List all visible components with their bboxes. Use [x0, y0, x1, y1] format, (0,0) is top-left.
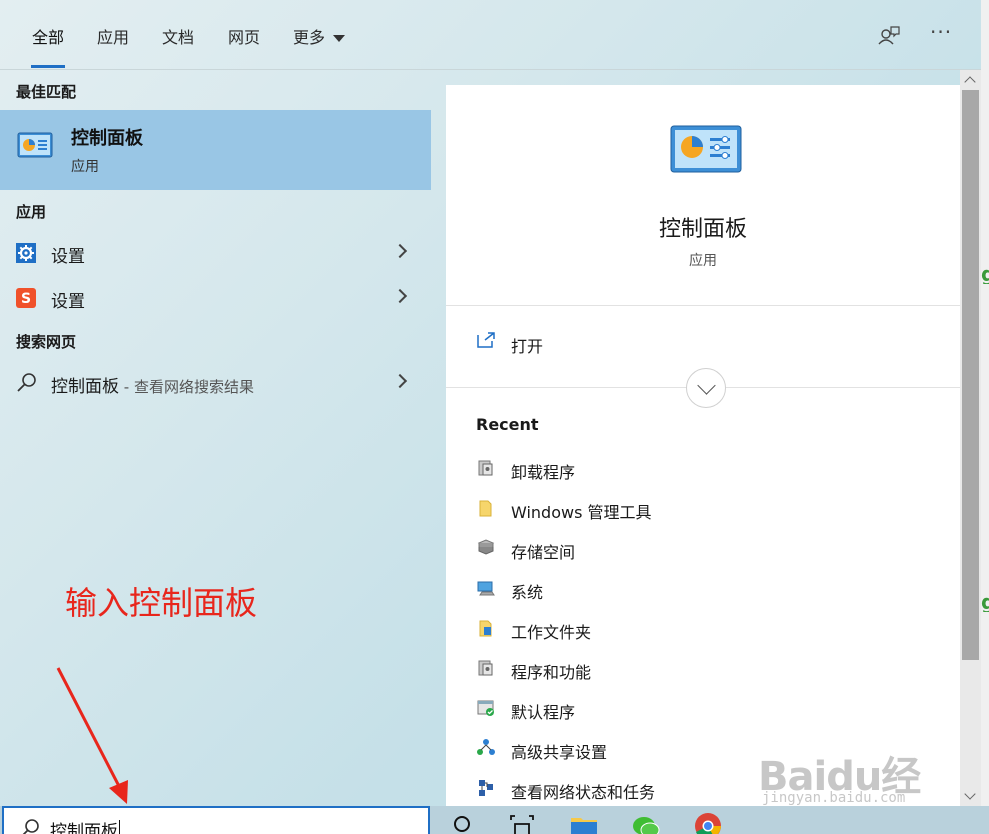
control-panel-large-icon — [670, 125, 742, 175]
recent-item-label: 工作文件夹 — [511, 623, 592, 642]
watermark-url: jingyan.baidu.com — [762, 790, 906, 806]
task-view-icon[interactable] — [509, 812, 535, 834]
search-input[interactable]: 控制面板 — [2, 806, 430, 834]
open-button[interactable]: 打开 — [446, 320, 960, 364]
search-window: 全部 应用 文档 网页 更多 ··· 最佳匹配 控制面板 应用 应用 设置 S … — [0, 0, 981, 806]
recent-item-label: 程序和功能 — [511, 663, 592, 682]
recent-item[interactable]: 程序和功能 — [446, 650, 960, 686]
storage-icon — [476, 538, 496, 558]
search-input-value: 控制面板 — [50, 817, 120, 834]
search-query: 控制面板 — [50, 822, 118, 834]
recent-item[interactable]: 卸载程序 — [446, 450, 960, 486]
recent-item[interactable]: 系统 — [446, 570, 960, 606]
detail-title: 控制面板 — [658, 217, 747, 242]
sharing-icon — [476, 738, 496, 758]
programs-icon — [476, 458, 496, 478]
recent-item-label: 存储空间 — [511, 543, 576, 562]
recent-item[interactable]: 存储空间 — [446, 530, 960, 566]
system-icon — [476, 578, 496, 598]
detail-pane: 控制面板 应用 打开 Recent 卸载程序 Windows 管理工具 存储空间 — [446, 85, 960, 806]
text-cursor — [119, 820, 120, 834]
desktop-fragment: g — [981, 262, 989, 284]
scrollbar-thumb[interactable] — [962, 90, 979, 660]
expand-button[interactable] — [686, 368, 726, 408]
chrome-icon[interactable] — [694, 812, 721, 834]
wechat-icon[interactable] — [632, 812, 660, 834]
recent-item[interactable]: 默认程序 — [446, 690, 960, 726]
file-explorer-icon[interactable] — [570, 812, 597, 834]
network-icon — [476, 778, 496, 798]
baidu-jingyan-watermark: Baidu经验 jingyan.baidu.com — [758, 722, 938, 806]
recent-heading: Recent — [476, 415, 539, 434]
default-programs-icon — [476, 698, 496, 718]
scrollbar[interactable] — [960, 70, 981, 806]
search-icon — [22, 818, 40, 834]
feedback-icon[interactable] — [876, 24, 902, 50]
recent-item-label: 查看网络状态和任务 — [511, 783, 656, 802]
annotation-arrow — [56, 667, 128, 804]
desktop-fragment: g — [981, 590, 989, 612]
recent-item-label: 系统 — [511, 583, 544, 602]
recent-item[interactable]: 工作文件夹 — [446, 610, 960, 646]
recent-item-label: 高级共享设置 — [511, 743, 608, 762]
recent-item-label: 卸载程序 — [511, 463, 576, 482]
divider — [446, 305, 960, 306]
recent-item-label: Windows 管理工具 — [511, 503, 652, 522]
work-folders-icon — [476, 618, 496, 638]
search-icon[interactable] — [450, 812, 476, 834]
detail-subtitle: 应用 — [689, 253, 717, 269]
open-icon — [476, 331, 496, 349]
desktop-background: g g — [981, 0, 989, 834]
programs-icon — [476, 658, 496, 678]
scroll-down-icon[interactable] — [964, 788, 976, 800]
scroll-up-icon[interactable] — [964, 76, 976, 88]
open-label: 打开 — [511, 337, 544, 356]
recent-item-label: 默认程序 — [511, 703, 576, 722]
recent-item[interactable]: Windows 管理工具 — [446, 490, 960, 526]
more-options-button[interactable]: ··· — [930, 20, 956, 46]
folder-icon — [476, 498, 496, 518]
